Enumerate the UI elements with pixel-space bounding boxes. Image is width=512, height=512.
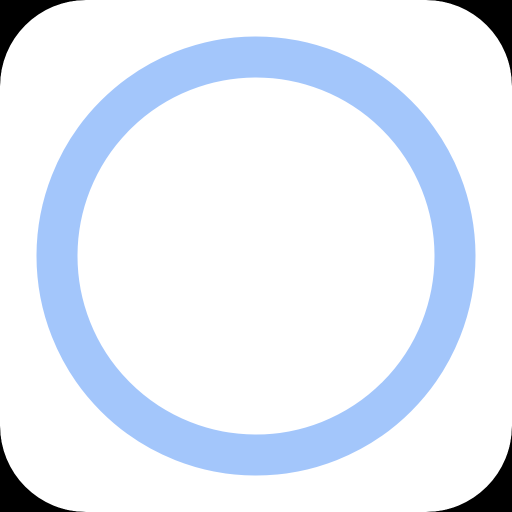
app-icon — [0, 0, 512, 512]
app-icon-graphic — [0, 0, 512, 512]
